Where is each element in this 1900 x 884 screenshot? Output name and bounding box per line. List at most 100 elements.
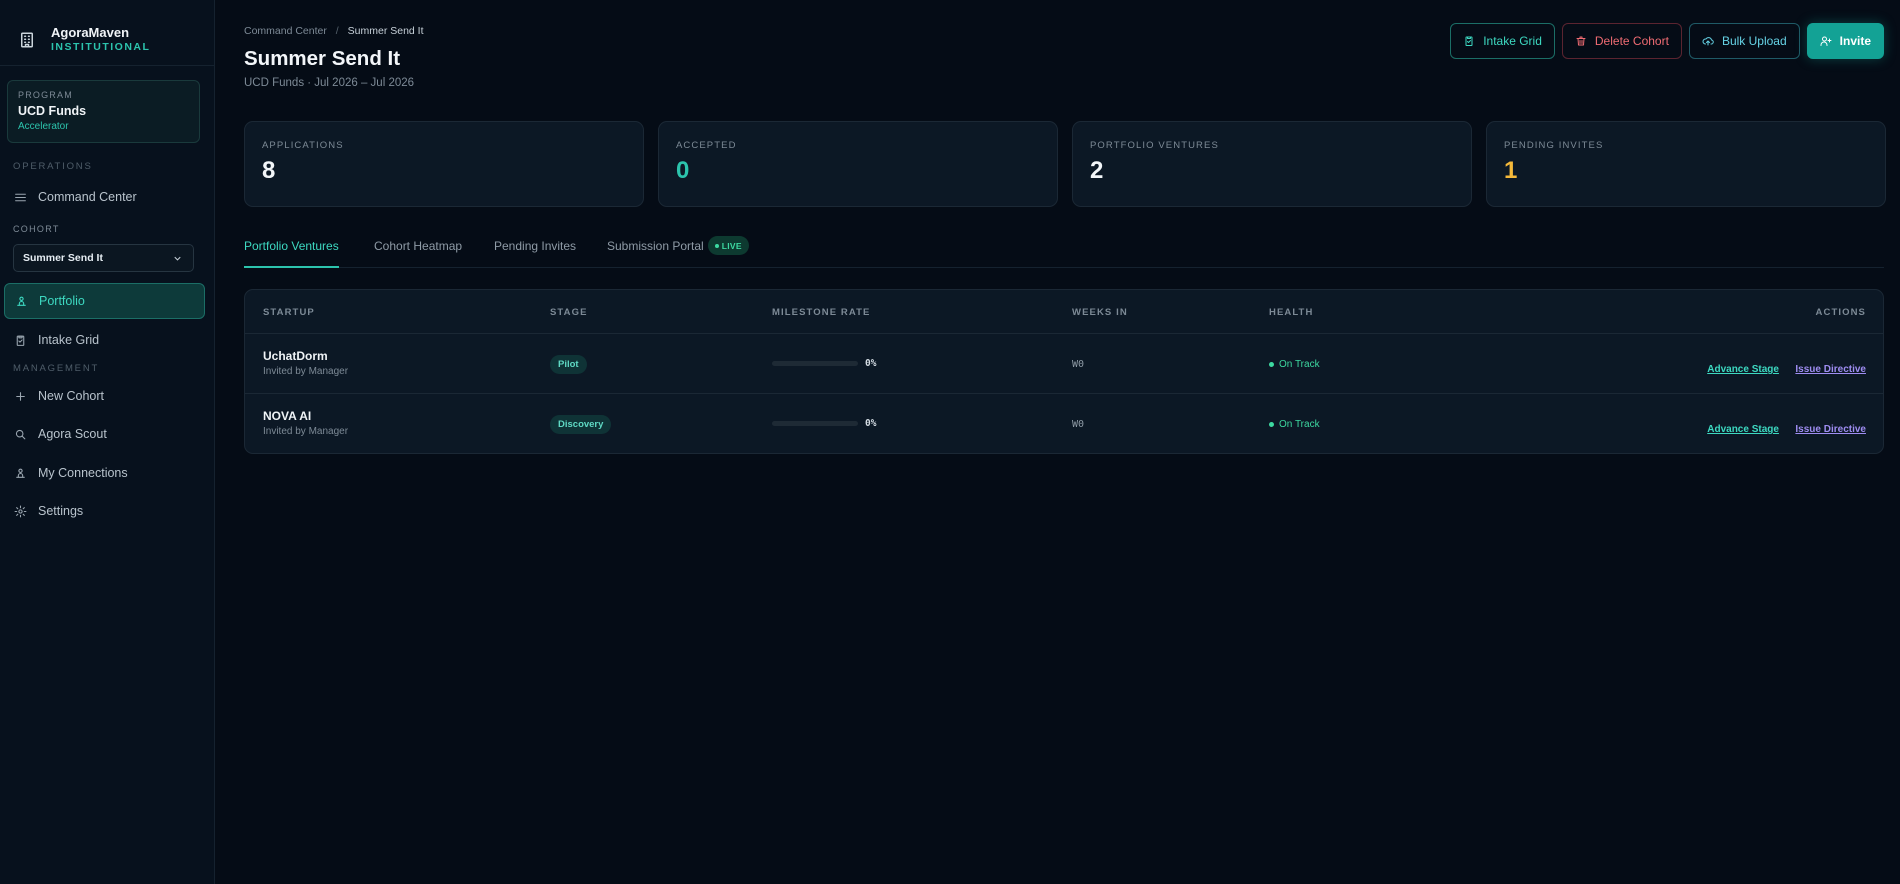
live-badge-label: LIVE xyxy=(721,240,742,251)
program-name: UCD Funds xyxy=(18,104,87,118)
portfolio-icon xyxy=(17,296,26,306)
sidebar-item-label: My Connections xyxy=(38,466,128,480)
milestone-progress: 0% xyxy=(772,418,876,429)
breadcrumb: Command Center / Summer Send It xyxy=(244,25,424,37)
weeks-in-value: W0 xyxy=(1072,419,1085,430)
cohort-select-value: Summer Send It xyxy=(23,252,103,264)
menu-icon xyxy=(15,193,26,201)
milestone-percent: 0% xyxy=(865,418,877,429)
sidebar-item-label: New Cohort xyxy=(38,389,104,403)
cloud-upload-icon xyxy=(1702,37,1714,46)
startup-name[interactable]: UchatDorm xyxy=(263,349,348,363)
breadcrumb-root[interactable]: Command Center xyxy=(244,25,327,37)
stat-value: 0 xyxy=(676,157,690,184)
sidebar-item-label: Intake Grid xyxy=(38,333,100,347)
column-header-startup: STARTUP xyxy=(263,307,315,318)
stat-label: APPLICATIONS xyxy=(262,140,344,151)
header-actions: Intake Grid Delete Cohort Bulk Upload In… xyxy=(1450,23,1884,59)
advance-stage-link[interactable]: Advance Stage xyxy=(1707,424,1779,435)
section-label-cohort: COHORT xyxy=(13,224,60,234)
startup-name[interactable]: NOVA AI xyxy=(263,409,348,423)
stage-badge: Pilot xyxy=(550,355,587,374)
brand-name: AgoraMaven xyxy=(51,25,130,40)
main-content: Command Center / Summer Send It Summer S… xyxy=(216,0,1900,884)
stage-badge: Discovery xyxy=(550,415,612,434)
startup-cell: NOVA AI Invited by Manager xyxy=(263,409,348,437)
stat-value: 1 xyxy=(1504,157,1518,184)
stat-card-accepted: ACCEPTED 0 xyxy=(658,121,1058,207)
column-header-stage: STAGE xyxy=(550,307,588,318)
sidebar-item-intake-grid[interactable]: Intake Grid xyxy=(4,323,204,357)
stat-label: PENDING INVITES xyxy=(1504,140,1604,151)
bulk-upload-button[interactable]: Bulk Upload xyxy=(1688,23,1800,59)
health-dot-icon xyxy=(1269,422,1274,427)
clipboard-icon xyxy=(1465,36,1473,46)
health-label: On Track xyxy=(1279,419,1320,430)
sidebar-item-label: Agora Scout xyxy=(38,427,107,441)
tab-submission-portal-label: Submission Portal xyxy=(607,239,704,253)
stage-cell: Pilot xyxy=(550,354,587,374)
sidebar-item-command-center[interactable]: Command Center xyxy=(4,180,204,214)
sidebar: AgoraMaven INSTITUTIONAL PROGRAM UCD Fun… xyxy=(0,0,215,884)
health-status: On Track xyxy=(1269,359,1320,370)
sidebar-item-portfolio[interactable]: Portfolio xyxy=(4,283,205,319)
milestone-bar xyxy=(772,421,858,426)
connections-icon xyxy=(16,468,25,478)
sidebar-item-my-connections[interactable]: My Connections xyxy=(4,456,204,490)
cohort-select[interactable]: Summer Send It xyxy=(13,244,194,272)
sidebar-item-label: Portfolio xyxy=(39,294,85,308)
stat-value: 2 xyxy=(1090,157,1104,184)
tab-portfolio-ventures[interactable]: Portfolio Ventures xyxy=(244,233,339,268)
stat-card-pending-invites: PENDING INVITES 1 xyxy=(1486,121,1886,207)
sidebar-item-label: Command Center xyxy=(38,190,137,204)
tab-bar: Portfolio Ventures Cohort Heatmap Pendin… xyxy=(244,233,1884,268)
sidebar-item-settings[interactable]: Settings xyxy=(4,494,204,528)
stat-label: PORTFOLIO VENTURES xyxy=(1090,140,1219,151)
clipboard-icon xyxy=(16,335,25,346)
column-header-health: HEALTH xyxy=(1269,307,1314,318)
section-label-operations: OPERATIONS xyxy=(13,161,93,172)
sidebar-item-agora-scout[interactable]: Agora Scout xyxy=(4,417,204,451)
plus-icon xyxy=(16,391,25,401)
program-type: Accelerator xyxy=(18,121,69,132)
tab-submission-portal[interactable]: Submission Portal LIVE xyxy=(607,233,749,268)
user-plus-icon xyxy=(1820,36,1832,46)
portfolio-table: STARTUP STAGE MILESTONE RATE WEEKS IN HE… xyxy=(244,289,1884,454)
issue-directive-link[interactable]: Issue Directive xyxy=(1795,424,1866,435)
tab-cohort-heatmap[interactable]: Cohort Heatmap xyxy=(374,233,462,268)
weeks-in-value: W0 xyxy=(1072,359,1085,370)
section-label-management: MANAGEMENT xyxy=(13,363,100,374)
bulk-upload-button-label: Bulk Upload xyxy=(1721,34,1787,48)
delete-cohort-button-label: Delete Cohort xyxy=(1594,34,1669,48)
trash-icon xyxy=(1576,36,1586,46)
table-row: UchatDorm Invited by Manager Pilot 0% W0… xyxy=(245,334,1883,394)
live-badge: LIVE xyxy=(707,236,749,255)
invite-button-label: Invite xyxy=(1839,34,1871,48)
invite-button[interactable]: Invite xyxy=(1806,23,1884,59)
breadcrumb-current: Summer Send It xyxy=(347,25,424,37)
health-label: On Track xyxy=(1279,359,1320,370)
sidebar-item-new-cohort[interactable]: New Cohort xyxy=(4,379,204,413)
page-subtitle: UCD Funds · Jul 2026 – Jul 2026 xyxy=(244,77,415,89)
row-actions: Advance Stage Issue Directive xyxy=(1707,359,1866,377)
stat-value: 8 xyxy=(262,157,276,184)
live-dot-icon xyxy=(714,243,719,248)
building-icon xyxy=(21,32,33,48)
stats-row: APPLICATIONS 8 ACCEPTED 0 PORTFOLIO VENT… xyxy=(244,121,1886,207)
program-label: PROGRAM xyxy=(18,90,73,100)
chevron-down-icon xyxy=(174,256,181,261)
search-icon xyxy=(15,429,26,439)
advance-stage-link[interactable]: Advance Stage xyxy=(1707,364,1779,375)
gear-icon xyxy=(14,505,27,517)
issue-directive-link[interactable]: Issue Directive xyxy=(1795,364,1866,375)
brand-subtitle: INSTITUTIONAL xyxy=(51,41,151,53)
breadcrumb-separator: / xyxy=(335,25,339,37)
tab-pending-invites[interactable]: Pending Invites xyxy=(494,233,576,268)
startup-invited-by: Invited by Manager xyxy=(263,426,349,437)
intake-grid-button[interactable]: Intake Grid xyxy=(1450,23,1555,59)
column-header-weeks-in: WEEKS IN xyxy=(1072,307,1128,318)
delete-cohort-button[interactable]: Delete Cohort xyxy=(1561,23,1682,59)
intake-grid-button-label: Intake Grid xyxy=(1483,34,1542,48)
sidebar-item-label: Settings xyxy=(38,504,84,518)
page-title: Summer Send It xyxy=(244,47,401,70)
